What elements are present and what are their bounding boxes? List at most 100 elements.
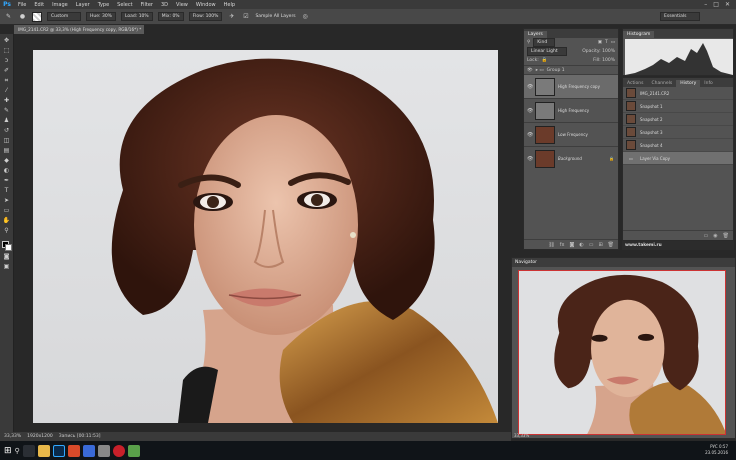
layer-row[interactable]: 👁 Low Frequency [524,122,618,146]
navigator-preview[interactable] [518,270,726,435]
minimize-icon[interactable]: – [704,1,707,8]
clock-time[interactable]: 0:57 [719,444,728,449]
blur-tool-icon[interactable]: ◆ [2,157,11,165]
screen-mode-icon[interactable]: ▣ [2,263,11,271]
camera-icon[interactable]: ◉ [713,233,717,239]
adjustment-icon[interactable]: ◐ [579,242,583,248]
clone-stamp-tool-icon[interactable]: ♟ [2,117,11,125]
tab-info[interactable]: Info [700,80,717,87]
flow-field[interactable]: Flow: 100% [188,12,223,21]
link-icon[interactable]: ⛓ [548,242,554,248]
photoshop-taskbar-icon[interactable] [52,444,65,457]
eraser-tool-icon[interactable]: ◫ [2,137,11,145]
document-canvas[interactable] [33,50,498,423]
media-icon[interactable] [82,444,95,457]
eye-icon[interactable]: 👁 [527,156,533,162]
sample-all-layers-label[interactable]: Sample All Layers [255,14,295,19]
zoom-tool-icon[interactable]: ⚲ [2,227,11,235]
windows-start-icon[interactable]: ⊞ [4,446,12,456]
layer-row[interactable]: 👁 High Frequency copy [524,74,618,98]
type-tool-icon[interactable]: T [2,187,11,195]
menu-type[interactable]: Type [94,2,113,8]
hand-tool-icon[interactable]: ✋ [2,217,11,225]
trash-icon[interactable]: 🗑 [608,242,614,248]
shape-tool-icon[interactable]: ▭ [2,207,11,215]
eye-icon[interactable]: 👁 [527,132,533,138]
healing-brush-tool-icon[interactable]: ✚ [2,97,11,105]
layer-row[interactable]: 👁 Background 🔒 [524,146,618,170]
fill-field[interactable]: Fill: 100% [593,58,615,63]
menu-window[interactable]: Window [192,2,220,8]
history-item[interactable]: ▭ Layer Via Copy [623,152,733,165]
tab-histogram[interactable]: Histogram [623,31,655,38]
opacity-field[interactable]: Opacity: 100% [582,49,615,54]
new-layer-icon[interactable]: ⊞ [598,242,602,248]
history-brush-tool-icon[interactable]: ↺ [2,127,11,135]
mixer-brush-icon[interactable]: ✎ [4,13,13,21]
lock-icon[interactable]: 🔒 [542,58,548,63]
marquee-tool-icon[interactable]: ⬚ [2,47,11,55]
zoom-readout[interactable]: 33,33% [4,434,21,439]
menu-select[interactable]: Select [113,2,136,8]
crop-tool-icon[interactable]: ⌗ [2,77,11,85]
pen-tool-icon[interactable]: ✒ [2,177,11,185]
browser-icon[interactable] [67,444,80,457]
mask-icon[interactable]: ◙ [569,242,574,248]
path-select-tool-icon[interactable]: ➤ [2,197,11,205]
menu-3d[interactable]: 3D [157,2,172,8]
new-document-icon[interactable]: ▭ [704,233,709,239]
eye-icon[interactable]: 👁 [527,108,533,114]
quick-select-tool-icon[interactable]: ✐ [2,67,11,75]
background-color[interactable] [4,244,12,251]
dodge-tool-icon[interactable]: ◐ [2,167,11,175]
document-tab[interactable]: IMG_2141.CR2 @ 33,3% (High Frequency cop… [14,25,144,34]
search-icon[interactable]: ⚲ [15,447,20,455]
checkbox-icon[interactable]: ☑ [241,13,250,21]
brush-preset-icon[interactable]: ● [18,13,27,21]
pixel-filter-icon[interactable]: ▣ [598,40,602,45]
type-filter-icon[interactable]: T [605,40,608,45]
quick-mask-icon[interactable]: ◙ [2,253,11,261]
shape-filter-icon[interactable]: ▭ [611,40,615,45]
load-field[interactable]: Load: 10% [120,12,153,21]
app-icon[interactable] [97,444,110,457]
color-swatches[interactable] [1,241,12,251]
trash-icon[interactable]: 🗑 [723,233,729,239]
gradient-tool-icon[interactable]: ▤ [2,147,11,155]
mix-field[interactable]: Mix: 0% [157,12,184,21]
history-item[interactable]: Snapshot 3 [623,126,733,139]
kind-filter-select[interactable]: Kind [533,38,556,47]
hue-field[interactable]: Hue: 30% [86,12,116,21]
history-item[interactable]: Snapshot 4 [623,139,733,152]
brush-tool-icon[interactable]: ✎ [2,107,11,115]
menu-edit[interactable]: Edit [30,2,48,8]
eye-icon[interactable]: 👁 [527,68,533,73]
fx-icon[interactable]: fx [560,242,565,248]
app2-icon[interactable] [127,444,140,457]
tab-actions[interactable]: Actions [623,80,647,87]
blend-mode-select[interactable]: Linear Light [527,47,567,56]
menu-image[interactable]: Image [48,2,72,8]
history-item[interactable]: Snapshot 2 [623,113,733,126]
tab-channels[interactable]: Channels [647,80,676,87]
preset-select[interactable]: Custom [47,12,81,21]
navigator-zoom[interactable]: 33,33% [514,433,529,438]
move-tool-icon[interactable]: ✥ [2,37,11,45]
pressure-icon[interactable]: ◎ [301,13,310,21]
explorer-icon[interactable] [37,444,50,457]
lasso-tool-icon[interactable]: ↄ [2,57,11,65]
history-item[interactable]: Snapshot 1 [623,100,733,113]
eyedropper-tool-icon[interactable]: ⁄ [2,87,11,95]
airbrush-icon[interactable]: ✈ [227,13,236,21]
layer-row[interactable]: 👁 High Frequency [524,98,618,122]
menu-help[interactable]: Help [220,2,239,8]
task-view-icon[interactable] [22,444,35,457]
menu-filter[interactable]: Filter [137,2,157,8]
eye-icon[interactable]: 👁 [527,84,533,90]
group-row[interactable]: 👁 ▸ ▭ Group 1 [524,65,618,74]
recorder-icon[interactable] [112,444,125,457]
workspace-select[interactable]: Essentials [660,12,700,21]
maximize-icon[interactable]: □ [713,1,719,8]
language-indicator[interactable]: РУС [710,444,718,449]
current-brush-swatch[interactable] [32,11,42,22]
